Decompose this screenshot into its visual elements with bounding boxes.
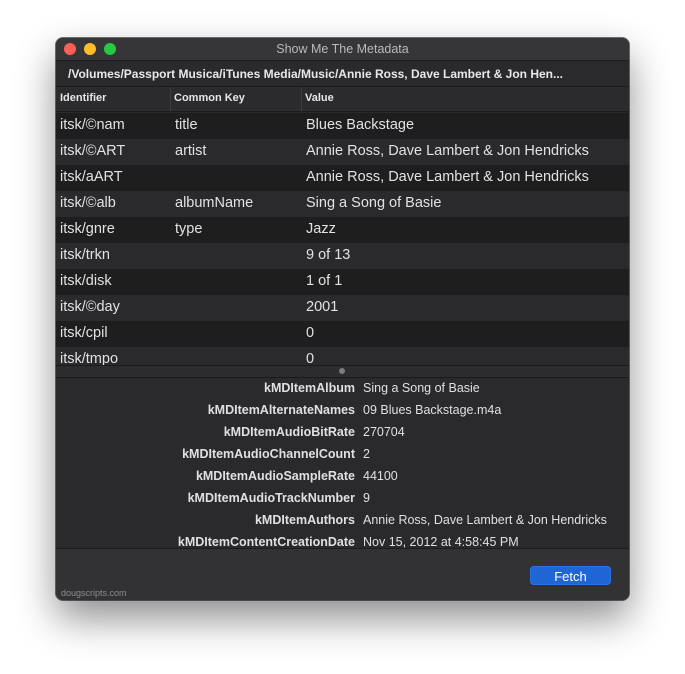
table-row[interactable]: itsk/cpil 0 — [56, 321, 629, 347]
cell-identifier: itsk/©day — [60, 299, 120, 315]
metadata-row: kMDItemAlternateNames 09 Blues Backstage.… — [56, 400, 629, 422]
cell-identifier: itsk/trkn — [60, 247, 110, 263]
metadata-row: kMDItemAuthors Annie Ross, Dave Lambert &… — [56, 510, 629, 532]
cell-value: 0 — [306, 325, 315, 341]
fetch-button[interactable]: Fetch — [530, 566, 611, 585]
metadata-row: kMDItemAlbum Sing a Song of Basie — [56, 378, 629, 400]
footer: Fetch dougscripts.com — [56, 548, 629, 600]
cell-value: Sing a Song of Basie — [306, 195, 442, 211]
cell-identifier: itsk/©nam — [60, 117, 125, 133]
cell-value: Annie Ross, Dave Lambert & Jon Hendricks — [306, 143, 589, 159]
table-row[interactable]: itsk/gnre type Jazz — [56, 217, 629, 243]
metadata-value: 2 — [363, 447, 370, 461]
cell-value: 9 of 13 — [306, 247, 351, 263]
column-header-identifier[interactable]: Identifier — [60, 92, 106, 104]
metadata-key: kMDItemAlbum — [264, 381, 355, 395]
cell-common-key: artist — [175, 143, 207, 159]
metadata-key: kMDItemAudioTrackNumber — [187, 491, 355, 505]
file-path: /Volumes/Passport Musica/iTunes Media/Mu… — [68, 67, 564, 81]
metadata-key: kMDItemAuthors — [254, 513, 355, 527]
metadata-row: kMDItemAudioSampleRate 44100 — [56, 466, 629, 488]
metadata-row: kMDItemAudioChannelCount 2 — [56, 444, 629, 466]
cell-identifier: itsk/©ART — [60, 143, 126, 159]
metadata-key: kMDItemAudioBitRate — [223, 425, 355, 439]
metadata-value: 9 — [363, 491, 370, 505]
metadata-row: kMDItemAudioTrackNumber 9 — [56, 488, 629, 510]
drag-handle-icon[interactable] — [339, 368, 345, 374]
metadata-key: kMDItemContentCreationDate — [177, 535, 355, 548]
metadata-row: kMDItemAudioBitRate 270704 — [56, 422, 629, 444]
metadata-value: 09 Blues Backstage.m4a — [363, 403, 502, 417]
cell-common-key: type — [175, 221, 203, 237]
spotlight-metadata-list[interactable]: kMDItemAlbum Sing a Song of Basie kMDItemA… — [56, 378, 629, 548]
app-window: Show Me The Metadata /Volumes/Passport M… — [56, 38, 629, 600]
table-row[interactable]: itsk/disk 1 of 1 — [56, 269, 629, 295]
metadata-key: kMDItemAudioSampleRate — [195, 469, 355, 483]
table-row[interactable]: itsk/tmpo 0 — [56, 347, 629, 365]
metadata-value: Sing a Song of Basie — [363, 381, 480, 395]
table-row[interactable]: itsk/©day 2001 — [56, 295, 629, 321]
cell-identifier: itsk/gnre — [60, 221, 115, 237]
cell-identifier: itsk/cpil — [60, 325, 108, 341]
metadata-key: kMDItemAlternateNames — [207, 403, 355, 417]
table-row[interactable]: itsk/trkn 9 of 13 — [56, 243, 629, 269]
metadata-row: kMDItemContentCreationDate Nov 15, 2012 a… — [56, 532, 629, 548]
metadata-key: kMDItemAudioChannelCount — [182, 447, 355, 461]
metadata-value: 44100 — [363, 469, 398, 483]
column-header-value[interactable]: Value — [305, 92, 334, 104]
window-title: Show Me The Metadata — [276, 42, 409, 56]
table-row[interactable]: itsk/©ART artist Annie Ross, Dave Lambert … — [56, 139, 629, 165]
split-view-divider[interactable] — [56, 365, 629, 378]
table-row[interactable]: itsk/aART Annie Ross, Dave Lambert & Jon … — [56, 165, 629, 191]
table-row[interactable]: itsk/©nam title Blues Backstage — [56, 113, 629, 139]
title-bar[interactable]: Show Me The Metadata — [56, 38, 629, 61]
cell-common-key: albumName — [175, 195, 254, 211]
cell-value: 1 of 1 — [306, 273, 343, 289]
column-divider[interactable] — [170, 87, 171, 111]
cell-identifier: itsk/tmpo — [60, 351, 119, 365]
cell-common-key: title — [175, 117, 198, 133]
metadata-value: Nov 15, 2012 at 4:58:45 PM — [363, 535, 519, 548]
column-header-common-key[interactable]: Common Key — [174, 92, 245, 104]
table-header: Identifier Common Key Value — [56, 86, 629, 112]
metadata-value: 270704 — [363, 425, 405, 439]
cell-identifier: itsk/disk — [60, 273, 112, 289]
cell-value: Annie Ross, Dave Lambert & Jon Hendricks — [306, 169, 589, 185]
column-divider[interactable] — [301, 87, 302, 111]
cell-identifier: itsk/aART — [60, 169, 123, 185]
cell-value: 0 — [306, 351, 315, 365]
metadata-value: Annie Ross, Dave Lambert & Jon Hendricks — [363, 513, 607, 527]
cell-identifier: itsk/©alb — [60, 195, 116, 211]
cell-value: Blues Backstage — [306, 117, 415, 133]
credit-label: dougscripts.com — [61, 588, 127, 598]
cell-value: Jazz — [306, 221, 336, 237]
cell-value: 2001 — [306, 299, 339, 315]
table-row[interactable]: itsk/©alb albumName Sing a Song of Basie — [56, 191, 629, 217]
metadata-table[interactable]: itsk/©nam title Blues Backstage itsk/©ART ar… — [56, 113, 629, 365]
